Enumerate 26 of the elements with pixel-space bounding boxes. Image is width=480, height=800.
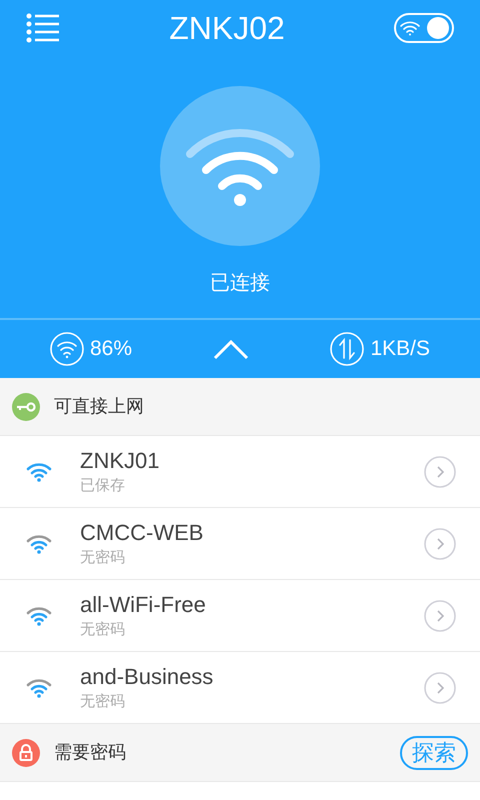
menu-icon[interactable] <box>26 13 60 43</box>
key-icon <box>12 392 40 420</box>
connection-status: 已连接 <box>210 271 270 296</box>
app-title: ZNKJ02 <box>169 9 285 48</box>
chevron-icon <box>424 672 456 704</box>
chevron-icon <box>424 600 456 632</box>
chevron-icon <box>424 528 456 560</box>
chevron-icon <box>424 456 456 488</box>
collapse-icon[interactable] <box>213 338 250 360</box>
wifi-icon <box>399 20 421 36</box>
lock-icon <box>12 738 40 766</box>
network-note: 已保存 <box>80 476 126 496</box>
transfer-speed: 1KB/S <box>370 336 430 362</box>
network-note: 无密码 <box>80 548 126 568</box>
section-title: 可直接上网 <box>54 395 145 418</box>
wifi-toggle[interactable] <box>394 13 454 43</box>
network-note: 无密码 <box>80 692 126 712</box>
network-name: and-Business <box>80 662 214 690</box>
network-name: CMCC-WEB <box>80 518 204 546</box>
network-name: ZNKJ01 <box>80 446 160 474</box>
section-title: 需要密码 <box>54 741 127 764</box>
signal-icon <box>50 332 84 366</box>
transfer-icon <box>330 332 364 366</box>
network-note: 无密码 <box>80 620 126 640</box>
signal-strength: 86% <box>90 336 132 362</box>
network-name: all-WiFi-Free <box>80 590 207 618</box>
